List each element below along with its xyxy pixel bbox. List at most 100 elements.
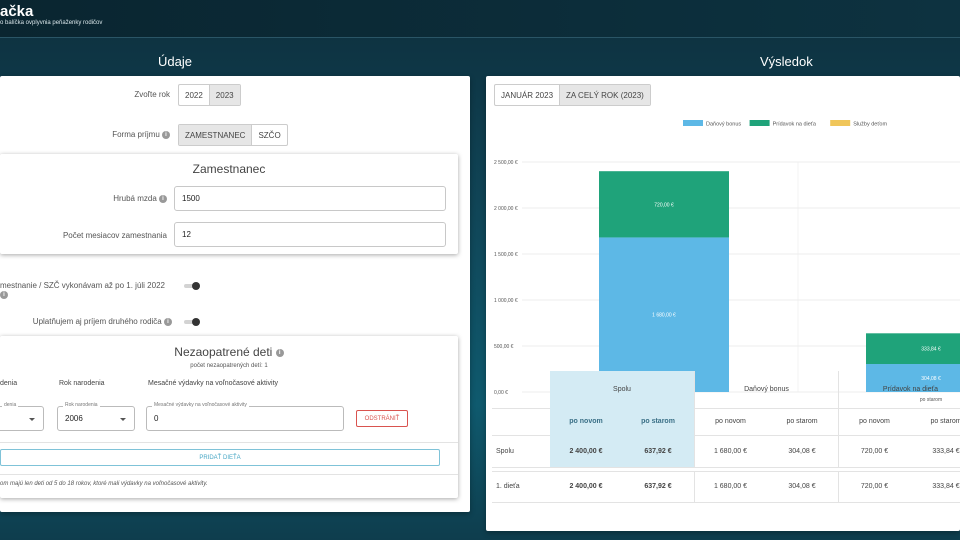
children-card-title-text: Nezaopatrené deti <box>174 345 273 359</box>
income-selector: ZAMESTNANEC SZČO <box>178 124 288 146</box>
table-cell: 2 400,00 € <box>550 435 622 467</box>
late-start-label: mestnanie / SZČ vykonávam až po 1. júli … <box>0 281 172 299</box>
sub-header: po starom <box>930 418 960 425</box>
field-legend: Mesačné výdavky na voľnočasové aktivity <box>152 402 249 408</box>
tab-january[interactable]: JANUÁR 2023 <box>495 85 559 105</box>
income-option-szco[interactable]: SZČO <box>251 125 286 145</box>
second-parent-toggle[interactable] <box>182 318 200 326</box>
employment-months-input[interactable]: 12 <box>174 222 446 247</box>
app-header: ačka o balíčka ovplyvnia peňaženky rodič… <box>0 0 960 38</box>
late-start-label-text: mestnanie / SZČ vykonávam až po 1. júli … <box>0 281 165 290</box>
children-card: Nezaopatrené deti i počet nezaopatrených… <box>0 336 458 498</box>
field-legend: Rok narodenia <box>63 402 100 408</box>
data-label: 1 680,00 € <box>652 313 676 319</box>
result-table: Spolu Daňový bonus Prídavok na dieťa po … <box>486 371 960 531</box>
income-option-employee[interactable]: ZAMESTNANEC <box>179 125 252 145</box>
chevron-down-icon <box>29 418 35 421</box>
app-subtitle: o balíčka ovplyvnia peňaženky rodičov <box>0 20 103 26</box>
toggle-knob <box>192 318 200 326</box>
group-header-child-allowance: Prídavok na dieťa <box>838 371 960 408</box>
gross-salary-input[interactable]: 1500 <box>174 186 446 211</box>
sub-header: po novom <box>550 408 622 435</box>
table-cell: 2 400,00 € <box>569 483 603 490</box>
income-label-text: Forma príjmu <box>112 130 160 139</box>
table-cell: 1 680,00 € <box>694 435 766 467</box>
legend-label: Prídavok na dieťa <box>773 122 817 128</box>
result-panel: JANUÁR 2023 ZA CELÝ ROK (2023) Daňový bo… <box>486 76 960 531</box>
y-tick-label: 1 000,00 € <box>494 298 518 304</box>
field-legend: denia <box>2 402 19 408</box>
year-label: Zvoľte rok <box>134 90 170 99</box>
sub-header: po novom <box>694 408 766 435</box>
column-header-expenses: Mesačné výdavky na voľnočasové aktivity <box>148 380 279 387</box>
expenses-input[interactable]: Mesačné výdavky na voľnočasové aktivity … <box>146 402 344 431</box>
employee-card-title: Zamestnanec <box>192 162 266 176</box>
children-card-title: Nezaopatrené deti i <box>0 345 458 359</box>
column-header-1: denia <box>0 380 18 387</box>
table-cell: 720,00 € <box>838 435 910 467</box>
table-cell: 304,08 € <box>788 483 816 490</box>
table-cell: 333,84 € <box>932 447 960 455</box>
table-cell: 637,92 € <box>622 435 694 467</box>
info-icon[interactable]: i <box>164 317 172 326</box>
y-tick-label: 2 000,00 € <box>494 206 518 212</box>
inputs-panel: Zvoľte rok 2022 2023 Forma príjmu i ZAME… <box>0 76 470 512</box>
sub-header: po starom <box>786 418 818 425</box>
second-parent-label-text: Uplatňujem aj príjem druhého rodiča <box>32 317 162 326</box>
gross-label-text: Hrubá mzda <box>113 194 157 203</box>
sub-header: po starom <box>622 408 694 435</box>
employee-card: Zamestnanec Hrubá mzda i 1500 Počet mesi… <box>0 154 458 254</box>
children-count: počet nezaopatrených detí: 1 <box>190 363 268 369</box>
bar-segment <box>866 333 960 365</box>
y-tick-label: 1 500,00 € <box>494 252 518 258</box>
add-child-button[interactable]: PRIDAŤ DIEŤA <box>0 449 440 466</box>
late-start-toggle[interactable] <box>182 282 200 290</box>
legend-swatch <box>830 120 851 126</box>
info-icon[interactable]: i <box>0 290 8 299</box>
y-tick-label: 500,00 € <box>494 344 514 350</box>
table-cell: 304,08 € <box>788 447 816 455</box>
chevron-down-icon <box>120 418 126 421</box>
legend-swatch <box>749 120 770 126</box>
expenses-value: 0 <box>154 414 159 423</box>
y-tick-label: 2 500,00 € <box>494 160 518 166</box>
second-parent-label: Uplatňujem aj príjem druhého rodiča i <box>20 317 172 326</box>
table-cell: 637,92 € <box>644 483 672 490</box>
income-label: Forma príjmu i <box>40 130 170 139</box>
birth-year-value: 2006 <box>65 414 83 423</box>
info-icon[interactable]: i <box>159 194 167 203</box>
data-label: 333,84 € <box>921 347 941 353</box>
table-cell: 333,84 € <box>932 483 960 490</box>
year-option-2022[interactable]: 2022 <box>179 85 209 105</box>
year-option-2023[interactable]: 2023 <box>208 85 240 105</box>
birth-year-select[interactable]: Rok narodenia 2006 <box>57 402 135 431</box>
sub-header: po novom <box>838 408 910 435</box>
divider <box>492 467 960 468</box>
row-label: Spolu <box>496 447 514 455</box>
app-title: ačka <box>0 3 34 20</box>
child-field-1-select[interactable]: denia <box>0 402 44 431</box>
remove-child-button[interactable]: ODSTRÁNIŤ <box>356 410 408 427</box>
result-chart: Daňový bonus Prídavok na dieťa Služby deťo… <box>494 120 960 402</box>
divider <box>492 502 960 503</box>
info-icon[interactable]: i <box>162 130 170 139</box>
divider <box>0 442 458 443</box>
children-note: om majú len deti od 5 do 18 rokov, ktoré… <box>0 481 208 487</box>
info-icon[interactable]: i <box>275 348 284 357</box>
group-header-tax-bonus: Daňový bonus <box>694 371 838 408</box>
legend-label: Daňový bonus <box>706 122 741 128</box>
table-cell: 1 680,00 € <box>694 471 766 502</box>
tab-full-year[interactable]: ZA CELÝ ROK (2023) <box>559 85 650 105</box>
row-label: 1. dieťa <box>496 483 520 490</box>
group-header-total: Spolu <box>550 371 694 408</box>
table-cell: 720,00 € <box>838 471 910 502</box>
legend-label: Služby deťom <box>853 122 887 128</box>
year-selector: 2022 2023 <box>178 84 241 106</box>
column-header-birth-year: Rok narodenia <box>59 380 105 387</box>
data-label: 720,00 € <box>654 202 674 208</box>
section-title-result: Výsledok <box>760 54 813 69</box>
toggle-knob <box>192 282 200 290</box>
period-tabs: JANUÁR 2023 ZA CELÝ ROK (2023) <box>494 84 651 106</box>
gross-label: Hrubá mzda i <box>40 194 167 203</box>
months-label: Počet mesiacov zamestnania <box>62 231 167 240</box>
